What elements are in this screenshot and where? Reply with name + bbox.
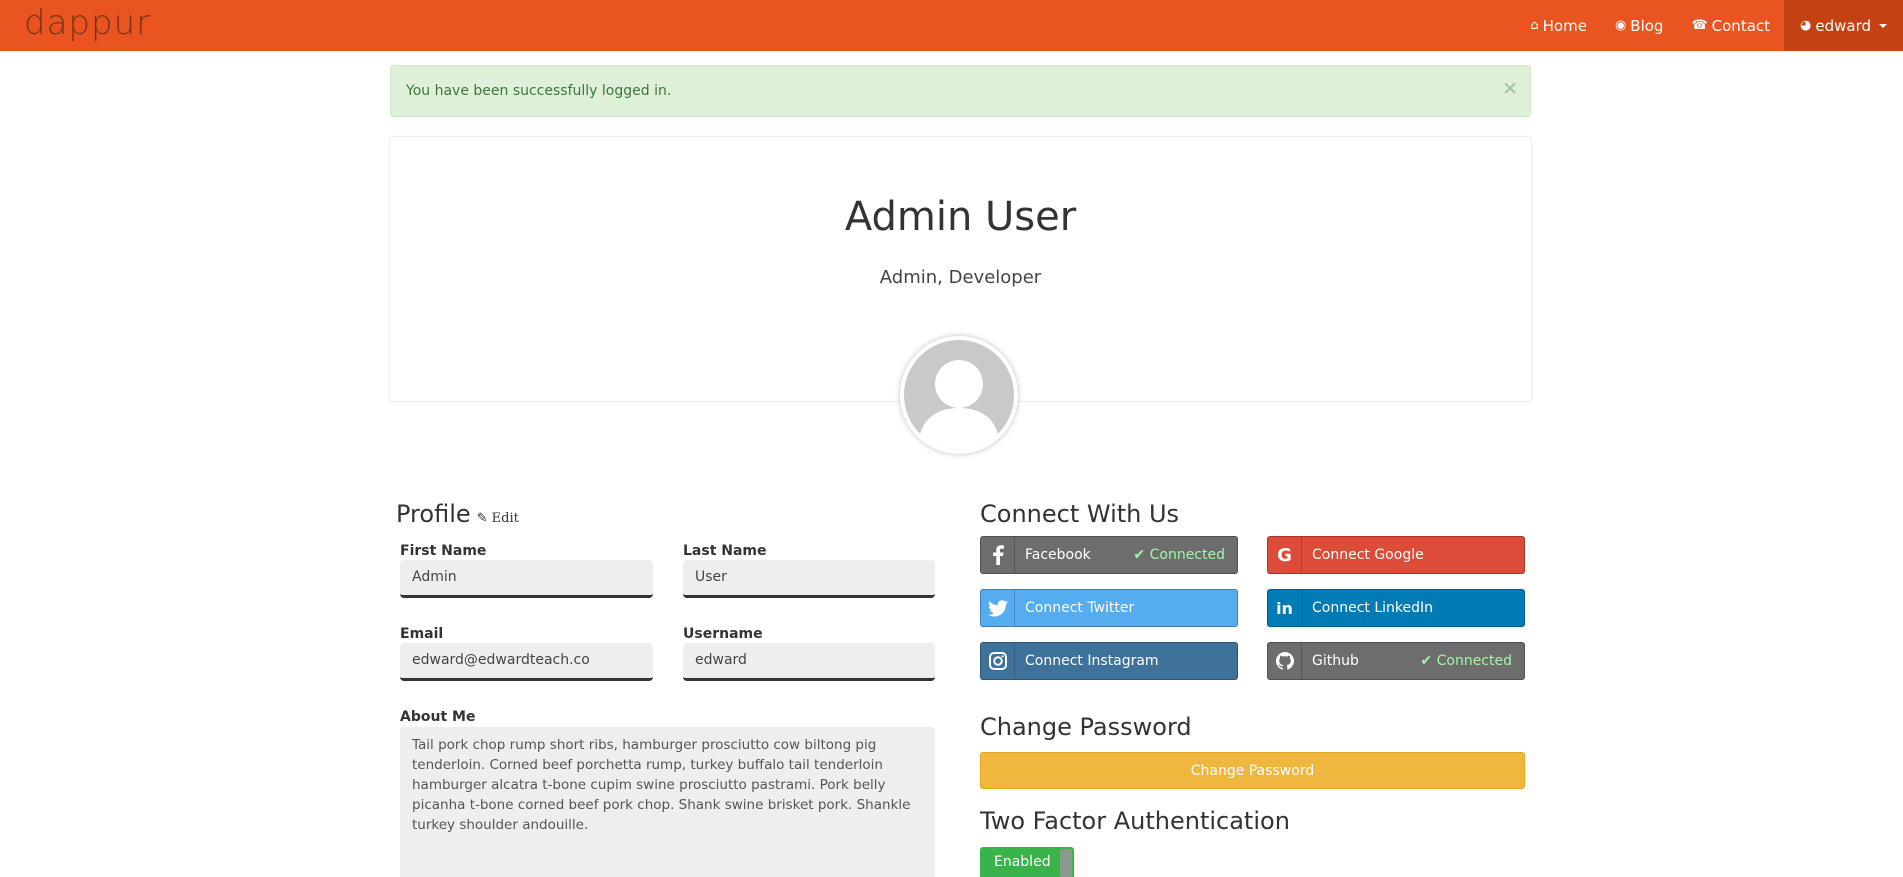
facebook-connected-status: ✔ Connected [1133, 547, 1225, 563]
facebook-connect-button[interactable]: Facebook ✔ Connected [980, 536, 1238, 574]
github-label: Github [1312, 653, 1359, 669]
username-label: Username [683, 626, 763, 642]
default-avatar-icon [918, 360, 1000, 450]
change-password-title: Change Password [980, 713, 1192, 741]
instagram-label: Connect Instagram [1025, 653, 1159, 669]
about-me-textarea[interactable]: Tail pork chop rump short ribs, hamburge… [400, 727, 935, 877]
twitter-icon [981, 590, 1015, 626]
close-icon[interactable]: × [1502, 79, 1518, 98]
phone-icon: ☎ [1691, 18, 1708, 33]
about-me-label: About Me [400, 709, 476, 725]
user-menu-dropdown[interactable]: ◕ edward [1784, 0, 1903, 51]
brand-text: dappur [24, 3, 152, 43]
linkedin-label: Connect LinkedIn [1312, 600, 1434, 616]
toggle-handle[interactable] [1060, 849, 1072, 877]
nav-item-contact[interactable]: ☎ Contact [1677, 0, 1784, 51]
nav-item-blog[interactable]: ◉ Blog [1601, 0, 1678, 51]
first-name-label: First Name [400, 543, 487, 559]
profile-section-title: Profile ✎ Edit [396, 500, 519, 528]
google-label: Connect Google [1312, 547, 1424, 563]
avatar [900, 336, 1018, 454]
two-factor-toggle[interactable]: Enabled [980, 847, 1074, 877]
github-icon [1268, 643, 1302, 679]
facebook-label: Facebook [1025, 547, 1091, 563]
nav-item-label: Home [1542, 16, 1587, 35]
nav-item-label: Contact [1711, 16, 1771, 35]
username-field[interactable]: edward [683, 643, 935, 681]
two-factor-title: Two Factor Authentication [980, 807, 1290, 835]
login-success-alert: You have been successfully logged in. × [390, 65, 1531, 117]
alert-message: You have been successfully logged in. [406, 83, 672, 99]
github-connected-status: ✔ Connected [1420, 653, 1512, 669]
last-name-field[interactable]: User [683, 560, 935, 598]
github-connect-button[interactable]: Github ✔ Connected [1267, 642, 1525, 680]
twitter-label: Connect Twitter [1025, 600, 1135, 616]
nav-menu: ⌂ Home ◉ Blog ☎ Contact ◕ edward [1516, 0, 1903, 51]
facebook-icon [981, 537, 1015, 573]
caret-down-icon [1879, 23, 1887, 28]
eye-icon: ◉ [1614, 18, 1627, 33]
linkedin-icon: in [1268, 590, 1302, 626]
navbar: dappur ⌂ Home ◉ Blog ☎ Contact ◕ edward [0, 0, 1903, 51]
user-circle-icon: ◕ [1800, 18, 1812, 33]
home-icon: ⌂ [1530, 18, 1539, 33]
profile-title: Profile [396, 500, 471, 528]
two-factor-status: Enabled [994, 854, 1051, 870]
twitter-connect-button[interactable]: Connect Twitter [980, 589, 1238, 627]
google-icon: G [1268, 537, 1302, 573]
connect-section-title: Connect With Us [980, 500, 1180, 528]
profile-roles: Admin, Developer [879, 267, 1042, 288]
first-name-field[interactable]: Admin [400, 560, 653, 598]
user-menu-label: edward [1815, 16, 1871, 35]
email-label: Email [400, 626, 444, 642]
nav-item-home[interactable]: ⌂ Home [1516, 0, 1601, 51]
edit-icon: ✎ [476, 511, 488, 526]
instagram-icon [981, 643, 1015, 679]
nav-item-label: Blog [1630, 16, 1664, 35]
email-field[interactable]: edward@edwardteach.co [400, 643, 653, 681]
profile-name: Admin User [844, 194, 1077, 240]
edit-label: Edit [491, 511, 519, 526]
instagram-connect-button[interactable]: Connect Instagram [980, 642, 1238, 680]
brand-logo[interactable]: dappur [24, 2, 151, 48]
last-name-label: Last Name [683, 543, 767, 559]
edit-profile-link[interactable]: ✎ Edit [477, 511, 519, 526]
google-connect-button[interactable]: G Connect Google [1267, 536, 1525, 574]
change-password-button[interactable]: Change Password [980, 752, 1525, 789]
linkedin-connect-button[interactable]: in Connect LinkedIn [1267, 589, 1525, 627]
